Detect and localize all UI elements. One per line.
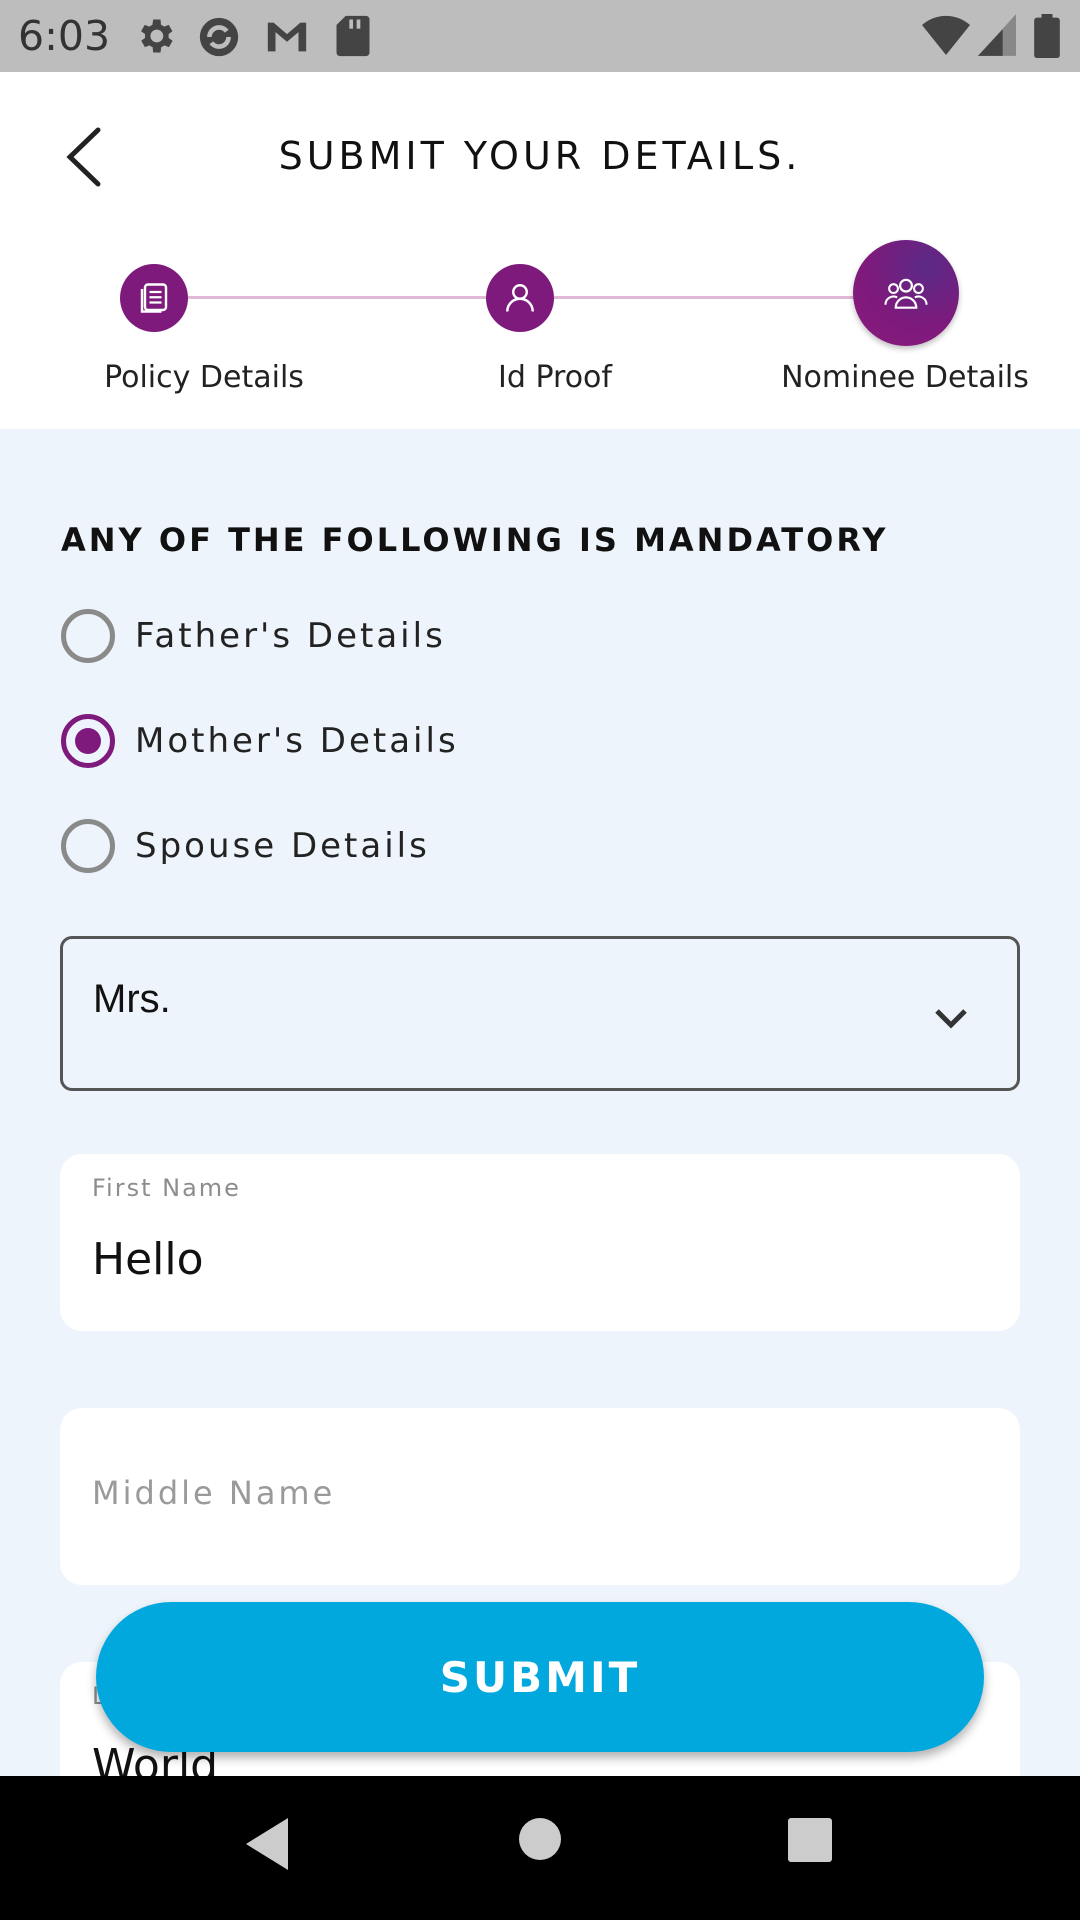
step-label-id-proof: Id Proof [498, 360, 612, 395]
middle-name-field[interactable]: Middle Name [60, 1408, 1020, 1585]
chevron-down-icon [935, 1009, 967, 1029]
salutation-select[interactable]: Mrs. [60, 936, 1020, 1091]
radio-label: Mother's Details [135, 721, 459, 761]
stepper-connector [154, 296, 520, 299]
middle-name-placeholder: Middle Name [92, 1474, 336, 1512]
first-name-label: First Name [92, 1174, 241, 1202]
salutation-value: Mrs. [93, 977, 171, 1021]
step-id-proof[interactable] [486, 264, 554, 332]
sd-card-icon [336, 15, 370, 57]
nav-back-icon[interactable] [242, 1816, 292, 1872]
nav-home-icon[interactable] [517, 1816, 563, 1862]
page-title: SUBMIT YOUR DETAILS. [278, 134, 802, 178]
document-icon [140, 283, 168, 313]
step-policy-details[interactable] [120, 264, 188, 332]
nav-recents-icon[interactable] [786, 1816, 834, 1864]
gear-icon [141, 19, 173, 53]
signal-icon [978, 14, 1016, 56]
stepper-connector [554, 296, 854, 299]
gmail-icon [267, 22, 307, 52]
sync-icon [199, 17, 239, 57]
radio-button[interactable] [61, 609, 115, 663]
section-heading: ANY OF THE FOLLOWING IS MANDATORY [61, 521, 889, 559]
header: SUBMIT YOUR DETAILS. Policy Details Id P… [0, 72, 1080, 429]
radio-mothers-details[interactable]: Mother's Details [61, 711, 459, 771]
battery-icon [1034, 14, 1060, 58]
person-icon [506, 284, 534, 312]
status-bar: 6:03 [0, 0, 1080, 72]
radio-button[interactable] [61, 819, 115, 873]
step-nominee-details[interactable] [853, 240, 959, 346]
nav-bar [0, 1776, 1080, 1920]
status-time: 6:03 [18, 12, 111, 60]
step-label-policy-details: Policy Details [104, 360, 304, 395]
first-name-field[interactable]: First Name Hello [60, 1154, 1020, 1331]
radio-label: Father's Details [135, 616, 446, 656]
radio-fathers-details[interactable]: Father's Details [61, 606, 446, 666]
radio-button-selected[interactable] [61, 714, 115, 768]
nominee-form: ANY OF THE FOLLOWING IS MANDATORY Father… [0, 429, 1080, 1776]
group-icon [884, 278, 928, 309]
radio-spouse-details[interactable]: Spouse Details [61, 816, 430, 876]
step-label-nominee-details: Nominee Details [781, 360, 1029, 395]
submit-button[interactable]: SUBMIT [96, 1602, 984, 1752]
wifi-icon [922, 15, 970, 55]
first-name-value: Hello [92, 1234, 204, 1285]
radio-label: Spouse Details [135, 826, 430, 866]
